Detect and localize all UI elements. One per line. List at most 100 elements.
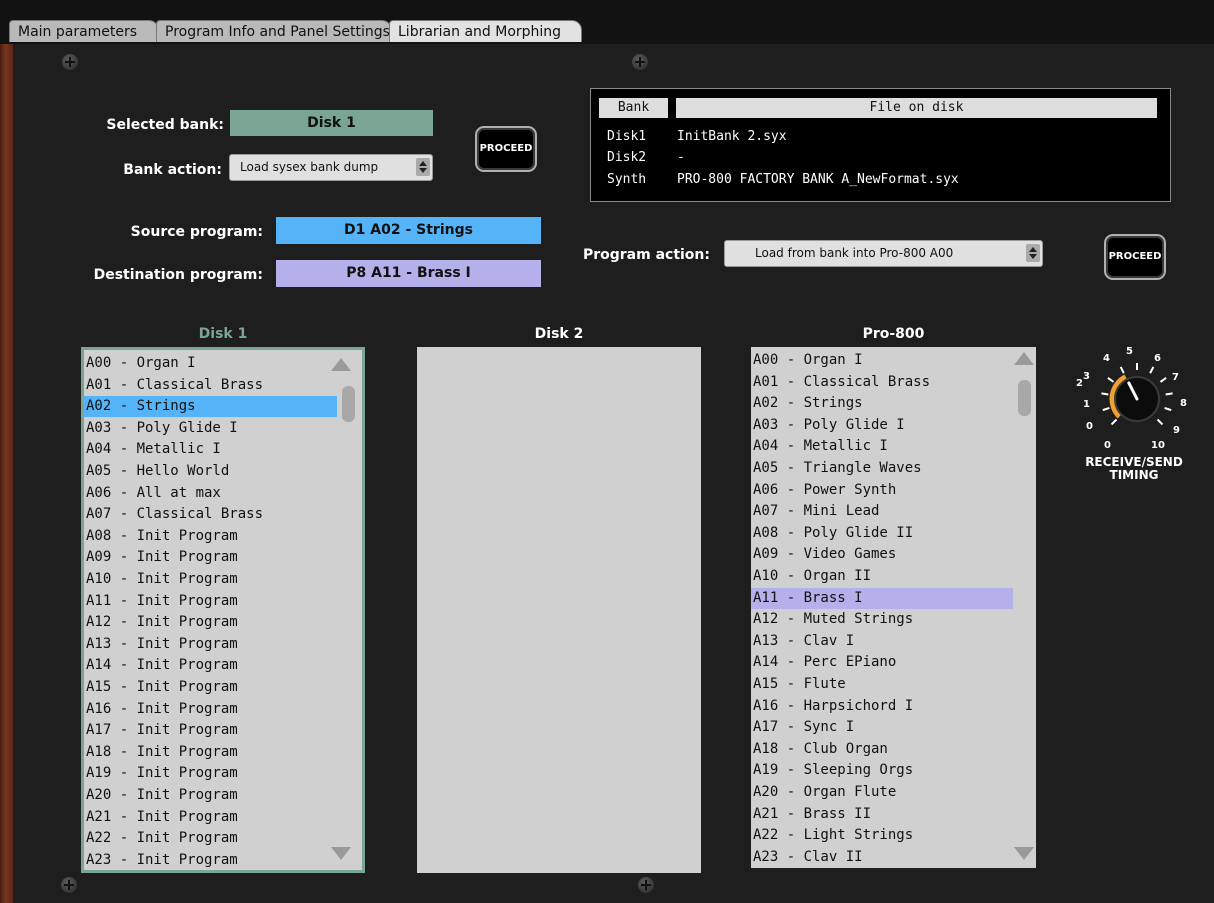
list-item[interactable]: A05 - Triangle Waves <box>751 458 1013 479</box>
knob-tick <box>1149 366 1155 374</box>
list-item[interactable]: A08 - Poly Glide II <box>751 523 1013 544</box>
list-item[interactable]: A01 - Classical Brass <box>751 372 1013 393</box>
list-item[interactable]: A21 - Brass II <box>751 804 1013 825</box>
scrollbar-thumb[interactable] <box>342 386 355 422</box>
knob-scale-2: 2 <box>1076 378 1083 389</box>
list-item[interactable]: A03 - Poly Glide I <box>84 418 337 439</box>
list-item[interactable]: A12 - Muted Strings <box>751 609 1013 630</box>
updown-arrows-icon <box>416 158 430 176</box>
scrollbar-thumb[interactable] <box>1018 380 1031 416</box>
screw-icon <box>62 54 78 70</box>
receive-send-timing-knob[interactable]: 0 1 2 3 4 5 6 7 8 9 <box>1076 345 1190 443</box>
list-item[interactable]: A23 - Init Program <box>84 850 337 870</box>
list-item[interactable]: A20 - Init Program <box>84 785 337 806</box>
list-item[interactable]: A16 - Harpsichord I <box>751 696 1013 717</box>
program-proceed-button[interactable]: PROCEED <box>1104 234 1166 280</box>
list-item[interactable]: A03 - Poly Glide I <box>751 415 1013 436</box>
list-item[interactable]: A11 - Init Program <box>84 591 337 612</box>
knob-tick <box>1164 407 1172 412</box>
bank-action-value: Load sysex bank dump <box>240 160 379 174</box>
source-program-field[interactable]: D1 A02 - Strings <box>276 217 541 244</box>
list-item[interactable]: A02 - Strings <box>751 393 1013 414</box>
disk2-column-title: Disk 2 <box>534 326 584 342</box>
knob-scale-3: 3 <box>1083 371 1090 382</box>
list-item[interactable]: A10 - Organ II <box>751 566 1013 587</box>
knob-scale-7: 7 <box>1172 372 1179 383</box>
list-item[interactable]: A19 - Sleeping Orgs <box>751 760 1013 781</box>
list-item[interactable]: A22 - Init Program <box>84 828 337 849</box>
scroll-up-arrow-icon[interactable] <box>331 358 351 371</box>
knob-scale-9: 9 <box>1173 425 1180 436</box>
list-item[interactable]: A07 - Classical Brass <box>84 504 337 525</box>
disk2-program-list[interactable] <box>417 347 701 873</box>
list-item[interactable]: A21 - Init Program <box>84 807 337 828</box>
tab-program-info[interactable]: Program Info and Panel Settings <box>156 20 392 42</box>
list-item[interactable]: A23 - Clav II <box>751 847 1013 868</box>
knob-tick <box>1165 392 1173 396</box>
screw-icon <box>632 54 648 70</box>
knob-tick <box>1110 418 1118 426</box>
knob-label-line2: TIMING <box>1109 468 1159 482</box>
file-column-header: File on disk <box>676 98 1157 118</box>
knob-tick <box>1159 377 1167 383</box>
list-item[interactable]: A18 - Club Organ <box>751 739 1013 760</box>
screw-icon <box>638 877 654 893</box>
file-cell: - <box>677 150 685 165</box>
list-item[interactable]: A09 - Video Games <box>751 544 1013 565</box>
list-item[interactable]: A13 - Init Program <box>84 634 337 655</box>
file-on-disk-table: Bank File on disk Disk1 InitBank 2.syx D… <box>590 88 1171 202</box>
pro800-column-title: Pro-800 <box>862 326 925 342</box>
list-item[interactable]: A15 - Flute <box>751 674 1013 695</box>
disk1-program-list[interactable]: A23 - Init Program A22 - Init Program A21 … <box>81 347 365 873</box>
destination-program-field[interactable]: P8 A11 - Brass I <box>276 260 541 287</box>
bank-proceed-button[interactable]: PROCEED <box>475 126 537 172</box>
list-item[interactable]: A18 - Init Program <box>84 742 337 763</box>
list-item[interactable]: A12 - Init Program <box>84 612 337 633</box>
selected-bank-label: Selected bank: <box>106 117 224 133</box>
list-item[interactable]: A04 - Metallic I <box>84 439 337 460</box>
list-item[interactable]: A06 - Power Synth <box>751 480 1013 501</box>
knob-tick <box>1156 418 1164 426</box>
destination-program-label: Destination program: <box>93 267 263 283</box>
knob-tick <box>1102 407 1110 412</box>
list-item[interactable]: A13 - Clav I <box>751 631 1013 652</box>
scroll-down-arrow-icon[interactable] <box>1014 847 1034 860</box>
tab-librarian-morphing[interactable]: Librarian and Morphing <box>389 20 582 42</box>
list-item[interactable]: A06 - All at max <box>84 483 337 504</box>
scroll-down-arrow-icon[interactable] <box>331 847 351 860</box>
pro800-program-list[interactable]: A23 - Clav II A22 - Light Strings A21 - Br… <box>751 347 1036 868</box>
knob-scale-4: 4 <box>1103 353 1110 364</box>
list-item[interactable]: A08 - Init Program <box>84 526 337 547</box>
program-action-value: Load from bank into Pro-800 A00 <box>755 246 954 260</box>
list-item[interactable]: A05 - Hello World <box>84 461 337 482</box>
list-item[interactable]: A19 - Init Program <box>84 763 337 784</box>
tab-main-parameters[interactable]: Main parameters <box>9 20 159 42</box>
program-action-label: Program action: <box>582 247 710 263</box>
knob-scale-0-label: 0 <box>1104 440 1111 451</box>
disk1-column-title: Disk 1 <box>198 326 248 342</box>
screw-icon <box>61 877 77 893</box>
list-item[interactable]: A17 - Sync I <box>751 717 1013 738</box>
list-item-selected[interactable]: A11 - Brass I <box>751 587 1013 609</box>
list-item[interactable]: A04 - Metallic I <box>751 436 1013 457</box>
knob-scale-1: 1 <box>1083 399 1090 410</box>
scroll-up-arrow-icon[interactable] <box>1014 352 1034 365</box>
list-item[interactable]: A22 - Light Strings <box>751 825 1013 846</box>
bank-action-select[interactable]: Load sysex bank dump <box>229 154 433 181</box>
list-item[interactable]: A17 - Init Program <box>84 720 337 741</box>
list-item[interactable]: A20 - Organ Flute <box>751 782 1013 803</box>
list-item-selected[interactable]: A02 - Strings <box>84 396 337 418</box>
list-item[interactable]: A10 - Init Program <box>84 569 337 590</box>
list-item[interactable]: A09 - Init Program <box>84 547 337 568</box>
list-item[interactable]: A16 - Init Program <box>84 699 337 720</box>
list-item[interactable]: A00 - Organ I <box>84 353 337 374</box>
list-item[interactable]: A00 - Organ I <box>751 350 1013 371</box>
list-item[interactable]: A15 - Init Program <box>84 677 337 698</box>
list-item[interactable]: A14 - Perc EPiano <box>751 652 1013 673</box>
program-action-select[interactable]: Load from bank into Pro-800 A00 <box>724 240 1043 267</box>
selected-bank-field[interactable]: Disk 1 <box>230 110 433 136</box>
list-item[interactable]: A07 - Mini Lead <box>751 501 1013 522</box>
list-item[interactable]: A01 - Classical Brass <box>84 375 337 396</box>
knob-scale-0: 0 <box>1086 421 1093 432</box>
list-item[interactable]: A14 - Init Program <box>84 655 337 676</box>
